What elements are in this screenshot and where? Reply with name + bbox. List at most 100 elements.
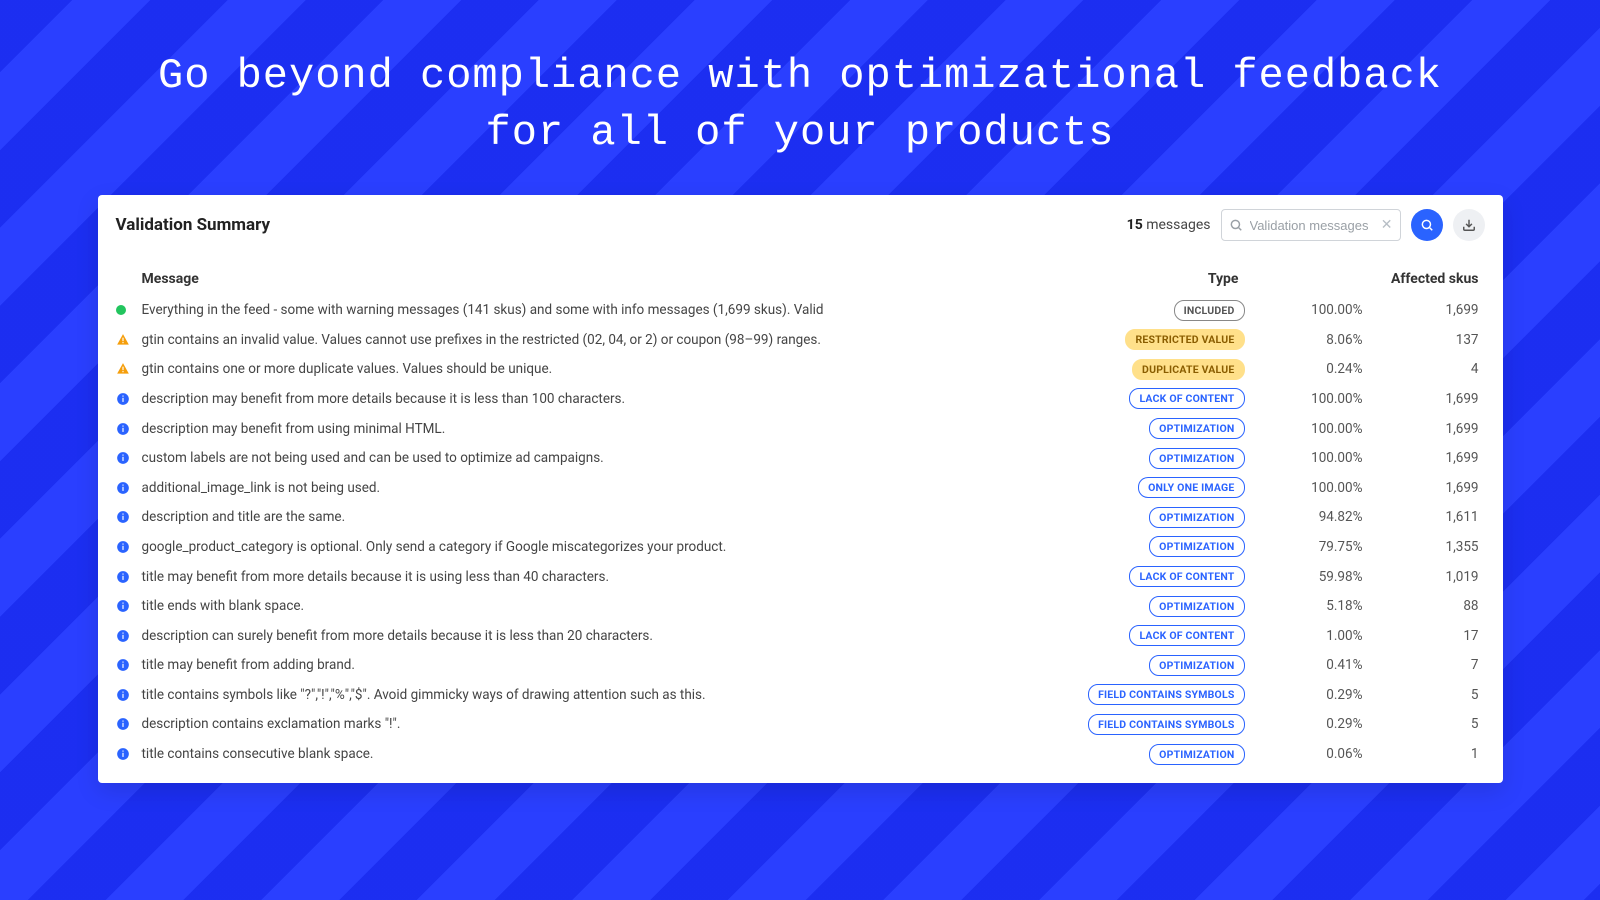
percent-value: 0.06% — [1245, 746, 1365, 762]
download-button[interactable] — [1453, 209, 1485, 241]
message-text: additional_image_link is not being used. — [142, 480, 1055, 496]
search-input[interactable] — [1221, 209, 1401, 241]
percent-value: 0.29% — [1245, 687, 1365, 703]
info-icon — [116, 599, 130, 613]
table-row[interactable]: custom labels are not being used and can… — [116, 443, 1485, 473]
type-badge: OPTIMIZATION — [1149, 596, 1244, 617]
validation-summary-panel: Validation Summary 15 messages ✕ — [98, 195, 1503, 783]
percent-value: 100.00% — [1245, 450, 1365, 466]
percent-value: 100.00% — [1245, 480, 1365, 496]
table-row[interactable]: description may benefit from using minim… — [116, 414, 1485, 444]
info-icon — [116, 481, 130, 495]
info-icon — [116, 629, 130, 643]
message-text: description contains exclamation marks "… — [142, 716, 1055, 732]
table-row[interactable]: title may benefit from more details beca… — [116, 562, 1485, 592]
info-icon — [116, 510, 130, 524]
affected-skus-value: 17 — [1365, 628, 1485, 644]
type-badge: OPTIMIZATION — [1149, 507, 1244, 528]
type-badge: RESTRICTED VALUE — [1125, 329, 1244, 350]
message-text: description can surely benefit from more… — [142, 628, 1055, 644]
info-icon — [116, 422, 130, 436]
percent-value: 5.18% — [1245, 598, 1365, 614]
info-icon — [116, 717, 130, 731]
search-icon — [1229, 218, 1243, 232]
affected-skus-value: 1,355 — [1365, 539, 1485, 555]
type-badge: INCLUDED — [1174, 300, 1245, 321]
message-text: description may benefit from using minim… — [142, 421, 1055, 437]
table-row[interactable]: Everything in the feed - some with warni… — [116, 295, 1485, 325]
affected-skus-value: 5 — [1365, 687, 1485, 703]
messages-count-number: 15 — [1127, 217, 1143, 233]
table-row[interactable]: title ends with blank space. OPTIMIZATION… — [116, 591, 1485, 621]
affected-skus-value: 1,699 — [1365, 421, 1485, 437]
table-row[interactable]: additional_image_link is not being used.… — [116, 473, 1485, 503]
info-icon — [116, 570, 130, 584]
affected-skus-value: 1,699 — [1365, 391, 1485, 407]
type-badge: OPTIMIZATION — [1149, 655, 1244, 676]
affected-skus-value: 88 — [1365, 598, 1485, 614]
message-text: title contains symbols like "?","!","%",… — [142, 687, 1055, 703]
table-row[interactable]: title contains consecutive blank space.O… — [116, 739, 1485, 769]
percent-value: 0.29% — [1245, 716, 1365, 732]
percent-value: 1.00% — [1245, 628, 1365, 644]
percent-value: 94.82% — [1245, 509, 1365, 525]
percent-value: 0.24% — [1245, 361, 1365, 377]
table-row[interactable]: description contains exclamation marks "… — [116, 710, 1485, 740]
messages-count: 15 messages — [1127, 217, 1211, 233]
affected-skus-value: 1,019 — [1365, 569, 1485, 585]
message-text: title may benefit from adding brand. — [142, 657, 1055, 673]
affected-skus-value: 5 — [1365, 716, 1485, 732]
table-row[interactable]: title contains symbols like "?","!","%",… — [116, 680, 1485, 710]
table-row[interactable]: gtin contains one or more duplicate valu… — [116, 355, 1485, 385]
info-icon — [116, 392, 130, 406]
percent-value: 8.06% — [1245, 332, 1365, 348]
message-text: title ends with blank space. — [142, 598, 1055, 614]
hero-headline: Go beyond compliance with optimizational… — [150, 48, 1450, 161]
table-row[interactable]: gtin contains an invalid value. Values c… — [116, 325, 1485, 355]
col-header-affected-skus[interactable]: Affected skus — [1365, 271, 1485, 287]
info-icon — [116, 688, 130, 702]
affected-skus-value: 7 — [1365, 657, 1485, 673]
table-header-row: Message Type Affected skus — [116, 263, 1485, 295]
type-badge: OPTIMIZATION — [1149, 418, 1244, 439]
table-row[interactable]: description can surely benefit from more… — [116, 621, 1485, 651]
type-badge: DUPLICATE VALUE — [1132, 359, 1244, 380]
percent-value: 0.41% — [1245, 657, 1365, 673]
table-row[interactable]: description may benefit from more detail… — [116, 384, 1485, 414]
percent-value: 79.75% — [1245, 539, 1365, 555]
affected-skus-value: 1,699 — [1365, 302, 1485, 318]
success-dot-icon — [116, 305, 126, 315]
table-row[interactable]: description and title are the same. OPTIM… — [116, 503, 1485, 533]
search-button[interactable] — [1411, 209, 1443, 241]
type-badge: OPTIMIZATION — [1149, 536, 1244, 557]
affected-skus-value: 1,611 — [1365, 509, 1485, 525]
message-text: gtin contains one or more duplicate valu… — [142, 361, 1055, 377]
warning-icon — [116, 362, 130, 376]
percent-value: 100.00% — [1245, 302, 1365, 318]
message-text: custom labels are not being used and can… — [142, 450, 1055, 466]
message-text: description may benefit from more detail… — [142, 391, 1055, 407]
affected-skus-value: 1,699 — [1365, 480, 1485, 496]
message-text: gtin contains an invalid value. Values c… — [142, 332, 1055, 348]
search-field[interactable]: ✕ — [1221, 209, 1401, 241]
col-header-type[interactable]: Type — [1055, 271, 1245, 287]
clear-search-icon[interactable]: ✕ — [1381, 217, 1393, 233]
message-text: title contains consecutive blank space. — [142, 746, 1055, 762]
info-icon — [116, 451, 130, 465]
table-row[interactable]: google_product_category is optional. Onl… — [116, 532, 1485, 562]
type-badge: FIELD CONTAINS SYMBOLS — [1088, 684, 1244, 705]
type-badge: LACK OF CONTENT — [1129, 625, 1244, 646]
message-text: Everything in the feed - some with warni… — [142, 302, 1055, 318]
warning-icon — [116, 333, 130, 347]
message-text: google_product_category is optional. Onl… — [142, 539, 1055, 555]
type-badge: OPTIMIZATION — [1149, 448, 1244, 469]
type-badge: LACK OF CONTENT — [1129, 388, 1244, 409]
message-text: title may benefit from more details beca… — [142, 569, 1055, 585]
type-badge: FIELD CONTAINS SYMBOLS — [1088, 714, 1244, 735]
col-header-message[interactable]: Message — [142, 271, 1055, 287]
info-icon — [116, 747, 130, 761]
message-text: description and title are the same. — [142, 509, 1055, 525]
table-row[interactable]: title may benefit from adding brand. OPTI… — [116, 651, 1485, 681]
info-icon — [116, 540, 130, 554]
type-badge: ONLY ONE IMAGE — [1138, 477, 1244, 498]
